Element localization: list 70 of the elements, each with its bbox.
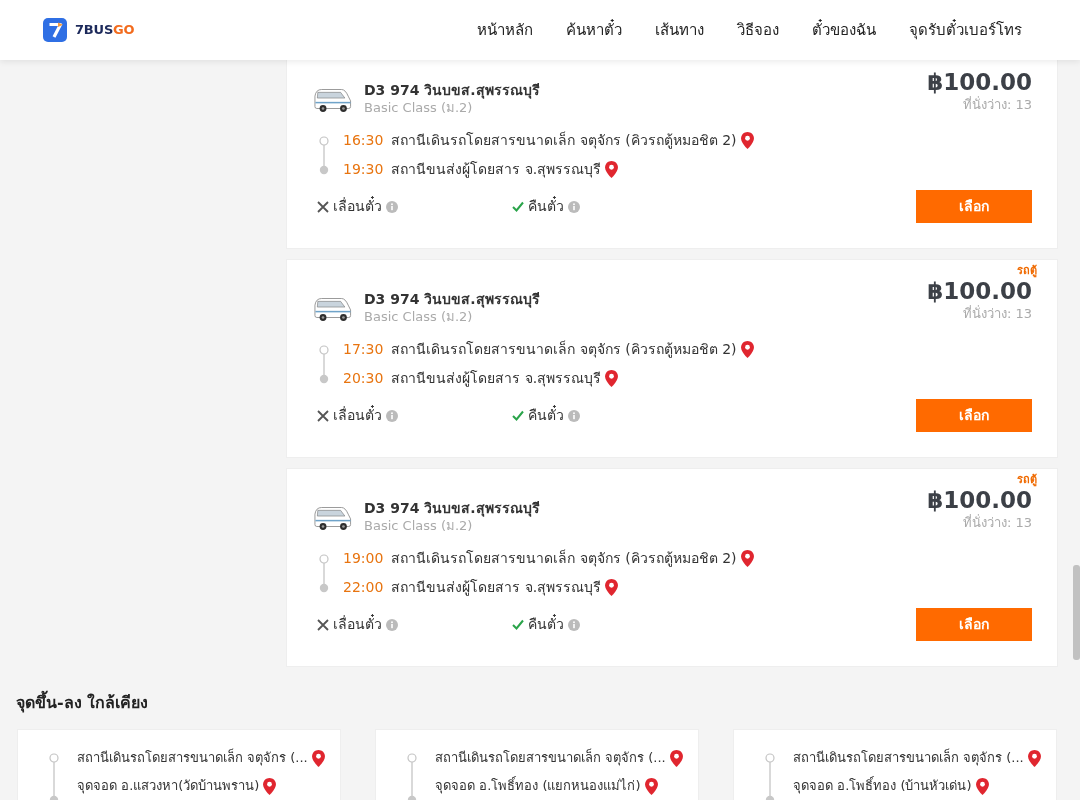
destination-name: จุดจอด อ.โพธิ์ทอง (แยกหนองแม่ไก่) (435, 776, 641, 796)
origin-name: สถานีเดินรถโดยสารขนาดเล็ก จตุจักร (... (435, 748, 666, 768)
info-icon (568, 409, 580, 422)
info-icon (386, 618, 398, 631)
station-name: สถานีเดินรถโดยสารขนาดเล็ก จตุจักร (คิวรถตู้หมอชิต 2) (391, 339, 737, 360)
map-pin-icon (975, 777, 989, 795)
vehicle-type-label: รถตู้ (1017, 474, 1037, 486)
service-class: Basic Class (ม.2) (364, 308, 474, 326)
logo-icon (43, 18, 67, 42)
nearby-route-card[interactable]: สถานีเดินรถโดยสารขนาดเล็ก จตุจักร (... จุดจอด อ.โพธิ์ทอง (บ้านหัวเด่น) (733, 729, 1057, 800)
route-title: D3 974 วินบขส.สุพรรณบุรี (364, 499, 540, 517)
destination-name: จุดจอด อ.แสวงหา(วัดบ้านพราน) (77, 777, 260, 796)
station-name: สถานีขนส่งผู้โดยสาร จ.สุพรรณบุรี (391, 578, 602, 598)
nearby-route-card[interactable]: สถานีเดินรถโดยสารขนาดเล็ก จตุจักร (... จุดจอด อ.แสวงหา(วัดบ้านพราน) (17, 729, 341, 800)
origin-name: สถานีเดินรถโดยสารขนาดเล็ก จตุจักร (... (793, 748, 1024, 768)
policy-label: เลื่อนตั๋ว (333, 405, 382, 425)
seats-available: ที่นั่งว่าง: 13 (962, 514, 1032, 532)
map-pin-icon (740, 550, 754, 567)
nav-link[interactable]: เส้นทาง (655, 18, 704, 42)
section-heading: จุดขึ้น-ลง ใกล้เคียง (16, 692, 149, 714)
route-title: D3 974 วินบขส.สุพรรณบุรี (364, 81, 540, 99)
seats-available: ที่นั่งว่าง: 13 (962, 96, 1032, 114)
policy-label: เลื่อนตั๋ว (333, 614, 382, 634)
route-title: D3 974 วินบขส.สุพรรณบุรี (364, 290, 540, 308)
map-pin-icon (605, 161, 619, 178)
nav-link[interactable]: จุดรับตั๋วเบอร์โทร (909, 18, 1022, 42)
map-pin-icon (263, 777, 277, 795)
map-pin-icon (740, 132, 754, 149)
policy-label: เลื่อนตั๋ว (333, 196, 382, 216)
policy-label: คืนตั๋ว (528, 196, 564, 216)
nearby-route-card[interactable]: สถานีเดินรถโดยสารขนาดเล็ก จตุจักร (... จุดจอด อ.โพธิ์ทอง (แยกหนองแม่ไก่) (375, 729, 699, 800)
info-icon (386, 409, 398, 422)
info-icon (568, 200, 580, 213)
seats-available: ที่นั่งว่าง: 13 (962, 305, 1032, 323)
destination-name: จุดจอด อ.โพธิ์ทอง (บ้านหัวเด่น) (793, 776, 972, 796)
map-pin-icon (740, 341, 754, 358)
station-name: สถานีขนส่งผู้โดยสาร จ.สุพรรณบุรี (391, 160, 602, 180)
info-icon (568, 618, 580, 631)
station-name: สถานีขนส่งผู้โดยสาร จ.สุพรรณบุรี (391, 369, 602, 389)
nav-link[interactable]: ตั๋วของฉัน (812, 18, 876, 42)
nav-link[interactable]: วิธีจอง (737, 18, 779, 42)
map-pin-icon (669, 749, 683, 767)
station-name: สถานีเดินรถโดยสารขนาดเล็ก จตุจักร (คิวรถตู้หมอชิต 2) (391, 130, 737, 151)
map-pin-icon (605, 370, 619, 387)
arrival-time: 19:30 (343, 160, 384, 179)
logo[interactable]: 7BUSGO (43, 18, 135, 42)
policy-label: คืนตั๋ว (528, 405, 564, 425)
departure-time: 16:30 (343, 131, 384, 150)
vehicle-type-label: รถตู้ (1017, 265, 1037, 277)
map-pin-icon (605, 579, 619, 596)
departure-time: 17:30 (343, 340, 384, 359)
price: ฿100.00 (927, 487, 1032, 514)
departure-time: 19:00 (343, 549, 384, 568)
logo-text: 7BUSGO (75, 21, 135, 40)
nav-link[interactable]: ค้นหาตั๋ว (566, 18, 622, 42)
service-class: Basic Class (ม.2) (364, 517, 474, 535)
station-name: สถานีเดินรถโดยสารขนาดเล็ก จตุจักร (คิวรถตู้หมอชิต 2) (391, 548, 737, 569)
arrival-time: 22:00 (343, 578, 384, 597)
info-icon (386, 200, 398, 213)
scrollbar-thumb[interactable] (1073, 565, 1080, 660)
price: ฿100.00 (927, 278, 1032, 305)
map-pin-icon (644, 777, 658, 795)
price: ฿100.00 (927, 68, 1032, 96)
map-pin-icon (311, 749, 325, 767)
policy-label: คืนตั๋ว (528, 614, 564, 634)
origin-name: สถานีเดินรถโดยสารขนาดเล็ก จตุจักร (... (77, 748, 308, 768)
service-class: Basic Class (ม.2) (364, 99, 474, 117)
nav-link[interactable]: หน้าหลัก (477, 18, 533, 42)
arrival-time: 20:30 (343, 369, 384, 388)
map-pin-icon (1027, 749, 1041, 767)
